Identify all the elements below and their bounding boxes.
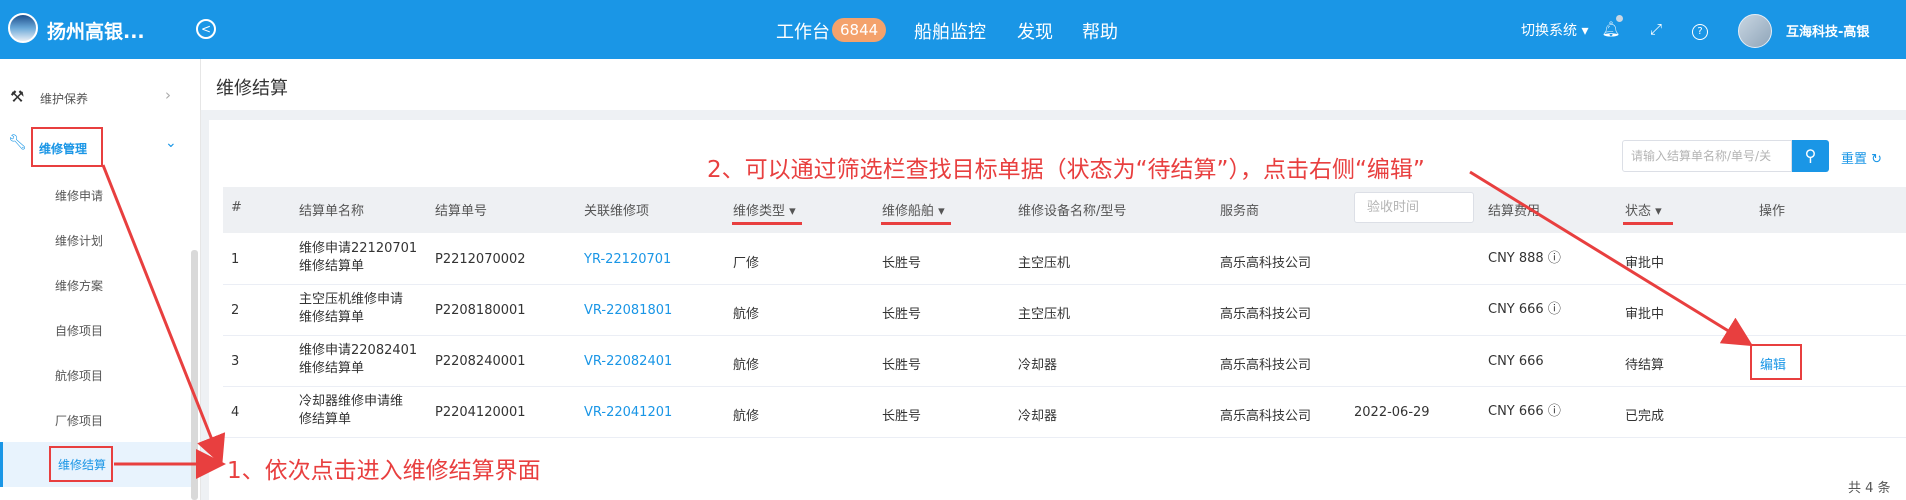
arrow-step2 — [1469, 170, 1754, 347]
annotation-step2: 2、可以通过筛选栏查找目标单据（状态为“待结算”），点击右侧“编辑” — [707, 157, 1425, 183]
annotation-step1: 1、依次点击进入维修结算界面 — [227, 458, 541, 484]
arrow-step1-down — [101, 164, 226, 466]
annotation-arrows — [101, 164, 1754, 479]
